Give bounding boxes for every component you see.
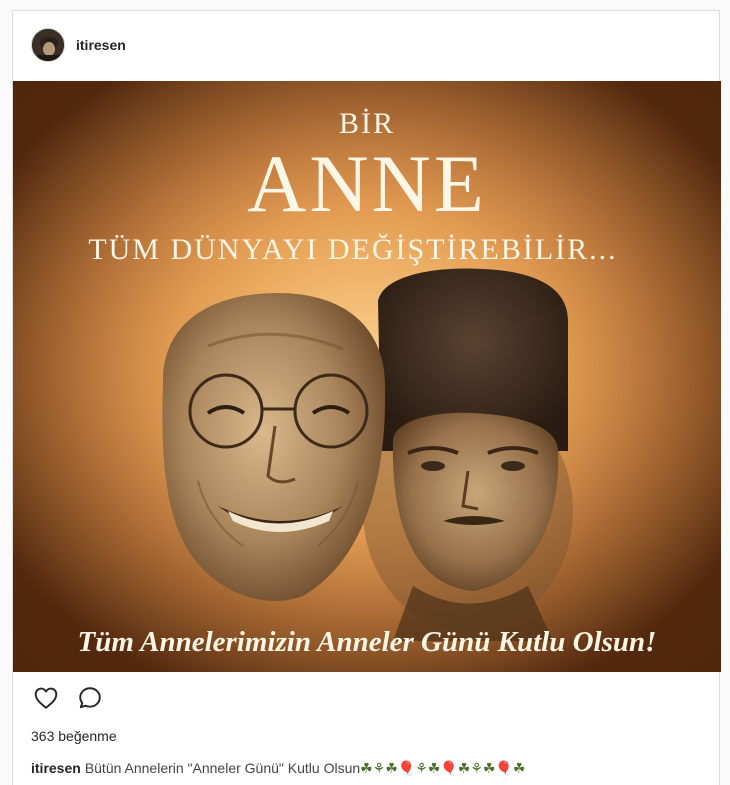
heart-outline-icon <box>34 687 58 709</box>
post-username[interactable]: itiresen <box>76 37 126 53</box>
avatar-image <box>32 29 64 61</box>
post-image[interactable]: BİR ANNE TÜM DÜNYAYI DEĞİŞTİREBİLİR... T… <box>13 81 721 672</box>
post-caption: itiresen Bütün Annelerin "Anneler Günü" K… <box>31 760 711 777</box>
poster-artwork: BİR ANNE TÜM DÜNYAYI DEĞİŞTİREBİLİR... T… <box>13 81 721 672</box>
caption-emoji: ☘⚘☘🎈⚘☘🎈☘⚘☘🎈☘ <box>360 760 526 776</box>
poster-line-sub: TÜM DÜNYAYI DEĞİŞTİREBİLİR... <box>88 233 617 266</box>
like-button[interactable] <box>29 681 63 715</box>
likes-count[interactable]: 363 beğenme <box>31 728 117 744</box>
post-actions <box>13 679 721 719</box>
caption-text: Bütün Annelerin "Anneler Günü" Kutlu Ols… <box>84 760 361 776</box>
comment-bubble-icon <box>79 687 101 709</box>
poster-line-big: ANNE <box>247 138 487 229</box>
comment-button[interactable] <box>73 681 107 715</box>
avatar[interactable] <box>31 28 65 62</box>
poster-line-top: BİR <box>339 107 395 140</box>
post-header: itiresen <box>13 11 719 81</box>
poster-line-bottom: Tüm Annelerimizin Anneler Günü Kutlu Ols… <box>78 626 657 658</box>
portrait-right <box>363 268 573 641</box>
caption-username[interactable]: itiresen <box>31 760 81 776</box>
post-card: itiresen BİR ANNE TÜM DÜNYAYI DEĞİŞTİREB… <box>12 10 721 785</box>
